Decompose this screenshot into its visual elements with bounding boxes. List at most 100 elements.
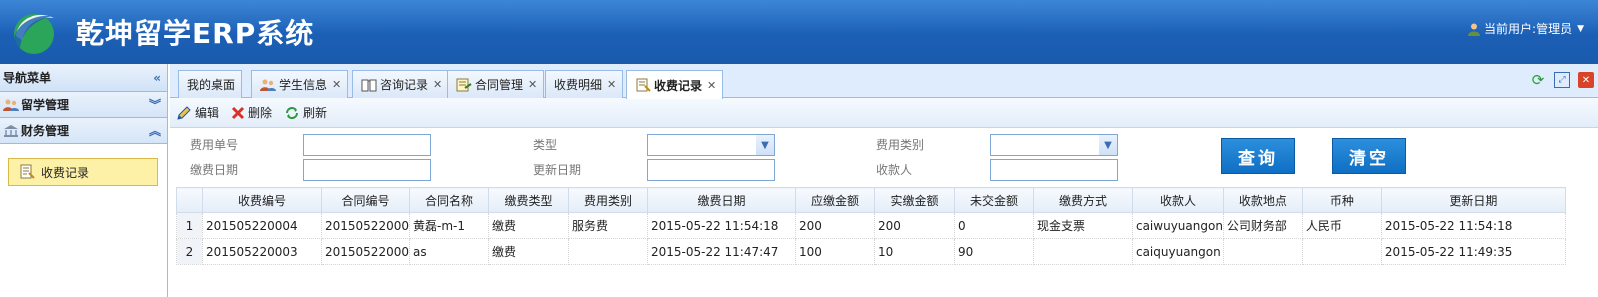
update-date-input[interactable] — [647, 159, 775, 181]
fee-category-select[interactable]: ▼ — [990, 134, 1118, 156]
column-header[interactable]: 收款人 — [1131, 187, 1224, 213]
table-cell: caiwuyuangon — [1131, 212, 1224, 239]
table-cell: 201505220003 — [202, 238, 322, 265]
delete-button[interactable]: 删除 — [231, 104, 272, 121]
table-cell: 黄磊-m-1 — [408, 212, 489, 239]
sidebar-item-label: 收费记录 — [41, 165, 90, 180]
payee-input[interactable] — [990, 159, 1118, 181]
payee-label: 收款人 — [876, 163, 913, 177]
refresh-label: 刷新 — [303, 106, 328, 120]
column-header[interactable]: 缴费方式 — [1032, 187, 1133, 213]
action-toolbar: 编辑 删除 刷新 — [170, 98, 1598, 128]
column-header[interactable]: 实缴金额 — [873, 187, 955, 213]
delete-label: 删除 — [248, 106, 273, 120]
close-icon[interactable]: ✕ — [433, 78, 442, 91]
user-group-icon — [3, 99, 19, 111]
app-title: 乾坤留学ERP系统 — [76, 17, 315, 50]
table-row[interactable]: 1 201505220004 20150522000 黄磊-m-1 缴费 服务费 2015-… — [176, 212, 1566, 239]
table-cell: 人民币 — [1301, 212, 1382, 239]
table-cell — [1222, 238, 1303, 265]
fee-no-input[interactable] — [303, 134, 431, 156]
table-header-row: 收费编号 合同编号 合同名称 缴费类型 费用类别 缴费日期 应缴金额 实缴金额 未交金额 缴费方式… — [176, 187, 1566, 213]
column-header[interactable]: 未交金额 — [953, 187, 1034, 213]
column-header[interactable]: 缴费类型 — [487, 187, 569, 213]
table-cell — [1301, 238, 1382, 265]
refresh-tab-icon[interactable]: ⟳ — [1530, 71, 1546, 89]
edit-button[interactable]: 编辑 — [176, 104, 219, 121]
tab-my-desktop[interactable]: 我的桌面 — [178, 70, 243, 98]
tab-fee-records[interactable]: 收费记录 ✕ — [626, 70, 724, 99]
maximize-icon[interactable]: ⤢ — [1554, 72, 1570, 88]
tab-fee-details[interactable]: 收费明细 ✕ — [545, 70, 624, 98]
collapse-sidebar-icon[interactable]: « — [153, 71, 161, 85]
table-cell: 缴费 — [487, 238, 569, 265]
tab-label: 学生信息 — [279, 78, 328, 92]
current-user[interactable]: 当前用户:管理员 ▼ — [1467, 20, 1584, 37]
tab-bar: 我的桌面 学生信息 ✕ 咨询记录 ✕ 合同管理 ✕ 收费明细 ✕ 收费记录 ✕ … — [170, 64, 1598, 99]
sidebar-item-fee-records[interactable]: 收费记录 — [8, 158, 158, 186]
users-icon — [260, 79, 276, 91]
contract-icon — [456, 78, 472, 91]
table-cell: 2015-05-22 11:54:18 — [1380, 212, 1566, 239]
pay-date-label: 缴费日期 — [190, 163, 239, 177]
column-header[interactable]: 币种 — [1301, 187, 1382, 213]
table-cell: 0 — [953, 212, 1034, 239]
table-row[interactable]: 2 201505220003 20150522000 as 缴费 2015-05-22 1… — [176, 238, 1566, 265]
refresh-icon — [286, 106, 299, 119]
column-header[interactable]: 更新日期 — [1380, 187, 1566, 213]
sidebar-section-label: 留学管理 — [21, 98, 70, 112]
type-label: 类型 — [533, 138, 558, 152]
expand-icon[interactable]: ︾ — [149, 96, 161, 113]
book-icon — [361, 79, 377, 91]
delete-icon — [231, 106, 245, 119]
column-header[interactable]: 合同编号 — [321, 187, 410, 213]
sidebar-title: 导航菜单 — [3, 71, 52, 85]
close-icon[interactable]: ✕ — [332, 78, 341, 91]
close-icon[interactable]: ✕ — [607, 78, 616, 91]
chevron-down-icon: ▼ — [1577, 23, 1584, 34]
close-all-icon[interactable]: ✕ — [1578, 72, 1594, 88]
search-filters: 费用单号 类型 ▼ 费用类别 ▼ 缴费日期 更新日期 收款人 查询 清空 — [170, 128, 1598, 182]
column-header[interactable]: 应缴金额 — [794, 187, 875, 213]
table-cell: 20150522000 — [321, 238, 410, 265]
fee-no-label: 费用单号 — [190, 138, 239, 152]
pay-date-input[interactable] — [303, 159, 431, 181]
table-cell: 2015-05-22 11:47:47 — [646, 238, 796, 265]
tab-label: 合同管理 — [475, 78, 524, 92]
fee-records-table: 收费编号 合同编号 合同名称 缴费类型 费用类别 缴费日期 应缴金额 实缴金额 未交金额 缴费方式… — [176, 187, 1566, 265]
table-cell: 90 — [953, 238, 1034, 265]
column-header[interactable]: 费用类别 — [567, 187, 648, 213]
table-cell: 2015-05-22 11:54:18 — [646, 212, 796, 239]
tab-label: 收费明细 — [554, 78, 603, 92]
tab-tools: ⟳ ⤢ ✕ — [1530, 71, 1594, 89]
close-icon[interactable]: ✕ — [528, 78, 537, 91]
tab-label: 咨询记录 — [380, 78, 429, 92]
close-icon[interactable]: ✕ — [707, 79, 716, 92]
sidebar-section-finance[interactable]: 财务管理 ︽ — [0, 118, 167, 144]
sidebar-section-study-abroad[interactable]: 留学管理 ︾ — [0, 92, 167, 118]
sidebar: 导航菜单 « 留学管理 ︾ 财务管理 ︽ 收费记录 — [0, 64, 168, 297]
column-header[interactable]: 收费编号 — [202, 187, 322, 213]
collapse-icon[interactable]: ︽ — [149, 122, 161, 139]
bank-icon — [4, 124, 18, 137]
update-date-label: 更新日期 — [533, 163, 582, 177]
table-cell: as — [408, 238, 489, 265]
tab-label: 收费记录 — [654, 78, 703, 93]
document-icon — [20, 164, 35, 179]
main-panel: 我的桌面 学生信息 ✕ 咨询记录 ✕ 合同管理 ✕ 收费明细 ✕ 收费记录 ✕ … — [170, 64, 1598, 297]
user-icon — [1468, 23, 1481, 36]
tab-label: 我的桌面 — [187, 78, 236, 92]
type-select[interactable]: ▼ — [647, 134, 775, 156]
column-header[interactable]: 收款地点 — [1222, 187, 1303, 213]
tab-consult-records[interactable]: 咨询记录 ✕ — [352, 70, 450, 98]
column-header[interactable]: 缴费日期 — [646, 187, 796, 213]
tab-contract-management[interactable]: 合同管理 ✕ — [447, 70, 545, 98]
search-button[interactable]: 查询 — [1221, 138, 1295, 174]
tab-student-info[interactable]: 学生信息 ✕ — [251, 70, 349, 98]
table-cell: 现金支票 — [1032, 212, 1133, 239]
refresh-button[interactable]: 刷新 — [284, 104, 327, 121]
column-header[interactable]: 合同名称 — [408, 187, 489, 213]
clear-button[interactable]: 清空 — [1332, 138, 1406, 174]
row-number: 2 — [176, 238, 203, 265]
table-cell: 200 — [873, 212, 955, 239]
